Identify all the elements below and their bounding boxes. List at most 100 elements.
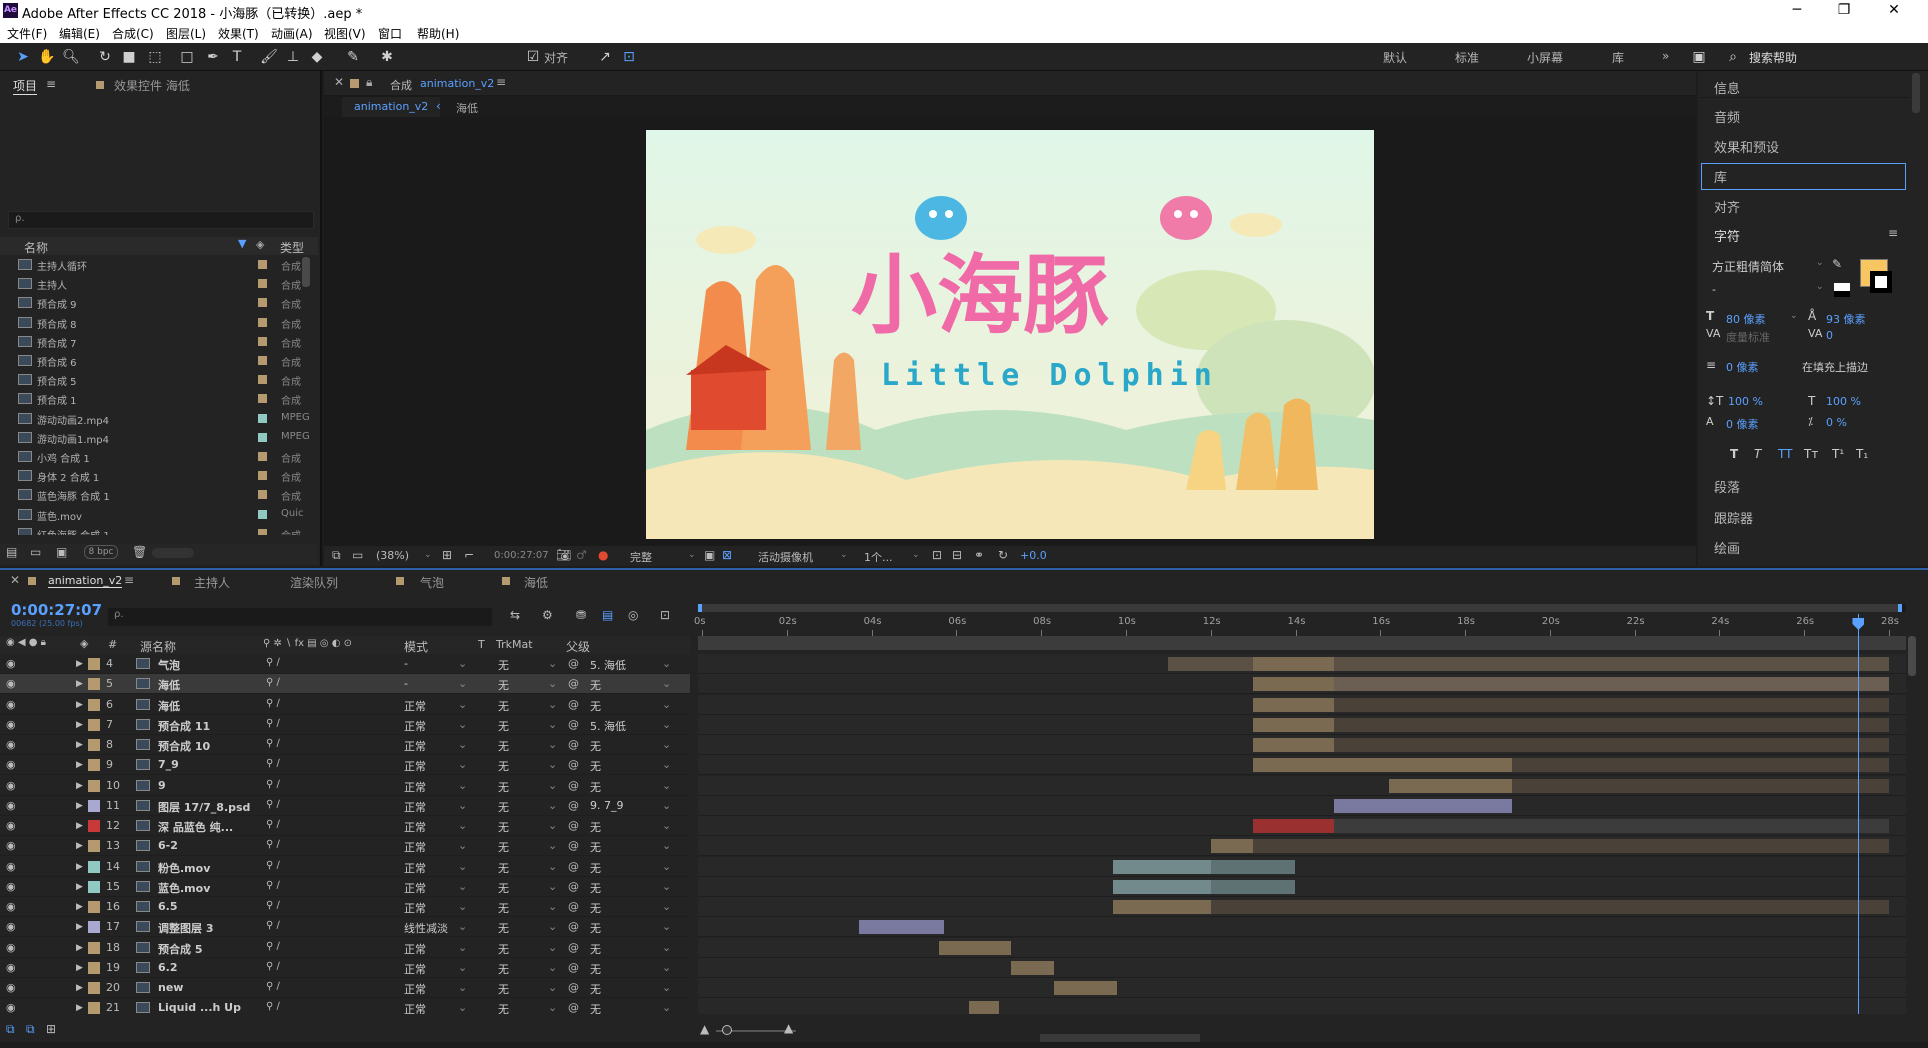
comp-panel-menu-icon[interactable]: ≡ [496, 75, 506, 89]
menu-file[interactable]: 文件(F) [7, 25, 47, 42]
playhead[interactable] [1858, 614, 1860, 1014]
camera-dropdown[interactable]: 活动摄像机 [758, 549, 813, 565]
sort-arrow-icon[interactable]: ▼ [238, 237, 246, 250]
always-preview-icon[interactable]: ⧉ [332, 548, 341, 563]
layer-duration-bar[interactable] [1113, 900, 1889, 914]
project-item[interactable]: 红色海豚 合成 1 合成 [0, 524, 318, 535]
black-white-icon[interactable] [1834, 283, 1850, 297]
project-item[interactable]: 身体 2 合成 1 合成 [0, 466, 318, 485]
project-item[interactable]: 预合成 8 合成 [0, 313, 318, 332]
project-search-input[interactable]: ρ. [8, 211, 314, 229]
new-composition-icon[interactable]: ▣ [56, 545, 67, 559]
layer-search-input[interactable]: ρ. [108, 608, 492, 626]
panel-paint[interactable]: 绘画 [1714, 538, 1740, 557]
leading-value[interactable]: 93 像素 [1826, 311, 1866, 327]
eraser-tool-icon[interactable]: ◆ [308, 48, 326, 66]
tracking-value[interactable]: 0 [1826, 329, 1833, 342]
project-item-label[interactable] [258, 317, 267, 327]
fast-previews-icon[interactable]: ▣ [704, 548, 715, 562]
project-item-label[interactable] [258, 279, 267, 289]
roto-brush-tool-icon[interactable]: ✎ [344, 48, 362, 66]
col-trkmat[interactable]: TrkMat [496, 638, 533, 651]
col-parent[interactable]: 父级 [566, 638, 590, 655]
project-item[interactable]: 小鸡 合成 1 合成 [0, 447, 318, 466]
project-item[interactable]: 预合成 9 合成 [0, 293, 318, 312]
col-mode[interactable]: 模式 [404, 638, 428, 655]
workspace-menu-icon[interactable]: ▣ [1690, 48, 1708, 66]
interpret-footage-icon[interactable]: ▤ [6, 545, 17, 559]
project-item-label[interactable] [258, 298, 267, 308]
workspace-small-screen[interactable]: 小屏幕 [1527, 49, 1563, 66]
font-family-dropdown[interactable]: 方正粗倩简体 [1712, 258, 1784, 275]
thumbnail-slider[interactable] [152, 548, 194, 558]
exposure-icon[interactable]: ↻ [998, 548, 1008, 562]
resolution-dropdown[interactable]: 完整 [630, 549, 652, 565]
panel-align[interactable]: 对齐 [1714, 197, 1740, 216]
layer-active-segment[interactable] [1210, 839, 1254, 854]
project-item[interactable]: 预合成 7 合成 [0, 332, 318, 351]
flowchart-icon[interactable]: ⚭ [974, 548, 984, 562]
eyedropper-icon[interactable]: ✎ [1832, 257, 1842, 271]
mask-visibility-icon[interactable]: ⌐ [464, 548, 474, 562]
type-tool-icon[interactable]: T [228, 48, 246, 66]
frame-blending-icon[interactable]: ▤ [602, 608, 613, 622]
breadcrumb-layer[interactable]: 海低 [456, 100, 478, 116]
layer-duration-bar[interactable] [1253, 677, 1889, 692]
horizontal-scale-value[interactable]: 100 % [1826, 395, 1861, 408]
tab-bubble[interactable]: 气泡 [420, 574, 444, 591]
time-ruler[interactable]: 0s 02s 04s 06s 08s 10s 12s 14s 16s 18s 20s 22s 24s 26… [694, 614, 1906, 636]
time-navigator-range[interactable] [698, 604, 1902, 612]
font-chevron-icon[interactable]: ⌄ [1816, 258, 1824, 268]
character-panel-title[interactable]: 字符 [1714, 226, 1740, 245]
show-snapshot-icon[interactable]: ♂ [576, 548, 587, 562]
tab-host[interactable]: 主持人 [194, 574, 230, 591]
font-style-dropdown[interactable]: - [1712, 283, 1716, 296]
layer-active-segment[interactable] [1113, 879, 1211, 894]
title-safe-icon[interactable]: ⊞ [442, 548, 452, 562]
project-item-label[interactable] [258, 356, 267, 365]
maximize-button[interactable]: ❐ [1822, 0, 1866, 23]
menu-animation[interactable]: 动画(A) [271, 25, 313, 42]
layer-active-segment[interactable] [1253, 657, 1334, 671]
toggle-switches-icon[interactable]: ⧉ [6, 1022, 15, 1037]
project-item[interactable]: 预合成 5 合成 [0, 370, 318, 389]
tab-render-queue[interactable]: 渲染队列 [290, 574, 338, 591]
layer-active-segment[interactable] [1113, 900, 1211, 914]
project-item-label[interactable] [258, 509, 267, 519]
layer-duration-bar[interactable] [1253, 738, 1889, 752]
zoom-slider-thumb[interactable] [722, 1025, 732, 1035]
project-item[interactable]: 预合成 6 合成 [0, 351, 318, 370]
panel-paragraph[interactable]: 段落 [1714, 477, 1740, 496]
layer-active-segment[interactable] [1388, 778, 1512, 793]
layer-active-segment[interactable] [1253, 819, 1334, 833]
menu-composition[interactable]: 合成(C) [112, 25, 154, 42]
project-item-label[interactable] [258, 528, 267, 535]
stroke-color-swatch[interactable] [1870, 271, 1892, 293]
menu-view[interactable]: 视图(V) [324, 25, 366, 42]
work-area-bar[interactable] [698, 636, 1906, 650]
layer-active-segment[interactable] [1253, 677, 1334, 692]
rectangle-tool-icon[interactable]: □ [178, 48, 196, 66]
region-icon[interactable]: ▭ [352, 548, 363, 562]
project-item-label[interactable] [258, 394, 267, 404]
tab-project[interactable]: 项目 [13, 77, 38, 95]
kerning-value[interactable]: 度量标准 [1726, 329, 1770, 345]
search-help-input[interactable]: 搜索帮助 [1749, 49, 1797, 66]
time-navigator[interactable] [698, 604, 1906, 612]
font-size-chevron-icon[interactable]: ⌄ [1790, 311, 1798, 321]
timeline-scrollbar[interactable] [1908, 636, 1916, 676]
layer-active-segment[interactable] [858, 920, 944, 935]
panel-libraries[interactable]: 库 [1714, 167, 1727, 186]
tab-dolphin[interactable]: 海低 [524, 574, 548, 591]
snap-grid-icon[interactable]: ⊡ [620, 48, 638, 66]
panel-libraries-highlight[interactable] [1701, 163, 1906, 190]
transparency-grid-icon[interactable]: ⊠ [722, 548, 732, 562]
pan-behind-tool-icon[interactable]: ⬚ [146, 48, 164, 66]
workspace-libraries[interactable]: 库 [1612, 49, 1624, 66]
minimize-button[interactable]: ─ [1775, 0, 1819, 23]
layer-duration-bar[interactable] [1253, 717, 1889, 732]
views-chevron-icon[interactable]: ⌄ [912, 550, 920, 560]
camera-chevron-icon[interactable]: ⌄ [840, 550, 848, 560]
lock-icon[interactable]: 🔒︎ [366, 75, 372, 90]
col-source-name[interactable]: 源名称 [140, 638, 176, 655]
